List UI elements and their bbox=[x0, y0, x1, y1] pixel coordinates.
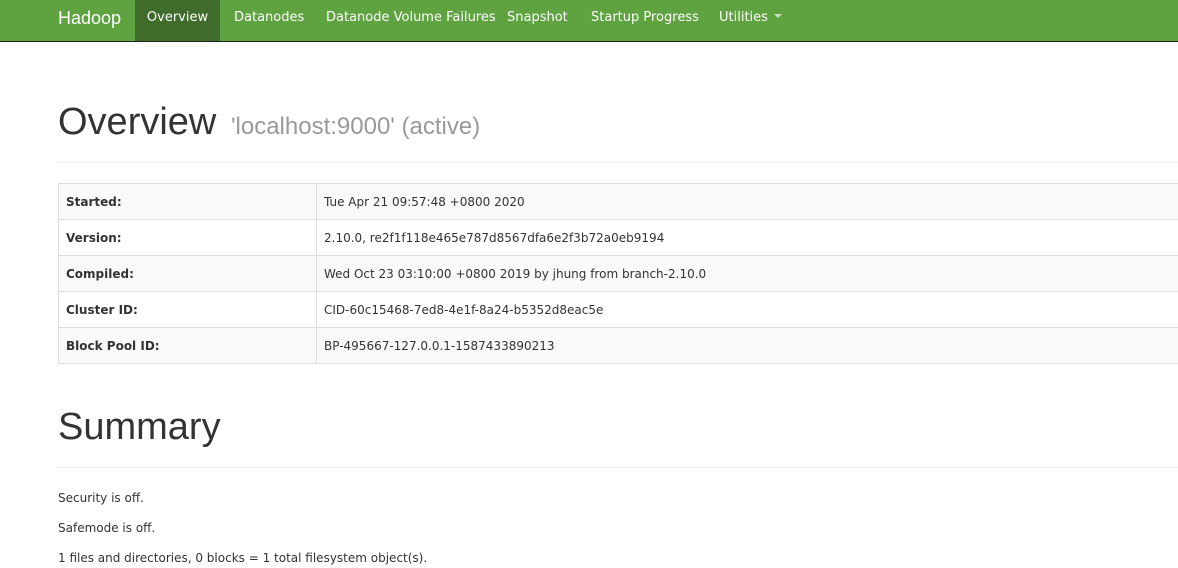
row-value-started: Tue Apr 21 09:57:48 +0800 2020 bbox=[316, 183, 1178, 220]
row-value-version: 2.10.0, re2f1f118e465e787d8567dfa6e2f3b7… bbox=[316, 219, 1178, 256]
row-label-block-pool-id: Block Pool ID: bbox=[58, 327, 317, 364]
table-row: Version: 2.10.0, re2f1f118e465e787d8567d… bbox=[58, 219, 1178, 256]
nav-tab-overview[interactable]: Overview bbox=[135, 0, 220, 41]
row-value-compiled: Wed Oct 23 03:10:00 +0800 2019 by jhung … bbox=[316, 255, 1178, 292]
nav-menu-utilities-label: Utilities bbox=[719, 10, 768, 25]
summary-divider bbox=[58, 467, 1178, 468]
overview-subtitle: 'localhost:9000' (active) bbox=[230, 113, 481, 140]
security-status: Security is off. bbox=[58, 491, 144, 505]
chevron-down-icon bbox=[773, 13, 782, 18]
overview-divider bbox=[58, 162, 1178, 163]
row-label-compiled: Compiled: bbox=[58, 255, 317, 292]
overview-table: Started: Tue Apr 21 09:57:48 +0800 2020 … bbox=[58, 183, 1178, 364]
nav-tab-snapshot[interactable]: Snapshot bbox=[507, 0, 568, 41]
nav-tab-startup-progress[interactable]: Startup Progress bbox=[591, 0, 699, 41]
safemode-status: Safemode is off. bbox=[58, 521, 156, 535]
nav-menu-utilities[interactable]: Utilities bbox=[719, 0, 782, 41]
row-label-cluster-id: Cluster ID: bbox=[58, 291, 317, 328]
summary-title: Summary bbox=[58, 406, 221, 448]
table-row: Cluster ID: CID-60c15468-7ed8-4e1f-8a24-… bbox=[58, 291, 1178, 328]
table-row: Compiled: Wed Oct 23 03:10:00 +0800 2019… bbox=[58, 255, 1178, 292]
table-row: Block Pool ID: BP-495667-127.0.0.1-15874… bbox=[58, 327, 1178, 364]
row-value-cluster-id: CID-60c15468-7ed8-4e1f-8a24-b5352d8eac5e bbox=[316, 291, 1178, 328]
top-navbar: Hadoop Overview Datanodes Datanode Volum… bbox=[0, 0, 1178, 42]
row-value-block-pool-id: BP-495667-127.0.0.1-1587433890213 bbox=[316, 327, 1178, 364]
filesystem-objects-summary: 1 files and directories, 0 blocks = 1 to… bbox=[58, 551, 428, 565]
nav-tab-datanode-volume-failures[interactable]: Datanode Volume Failures bbox=[326, 0, 496, 41]
row-label-version: Version: bbox=[58, 219, 317, 256]
row-label-started: Started: bbox=[58, 183, 317, 220]
overview-title: Overview bbox=[58, 101, 217, 143]
nav-tab-datanodes[interactable]: Datanodes bbox=[234, 0, 304, 41]
brand-logo[interactable]: Hadoop bbox=[58, 0, 121, 42]
table-row: Started: Tue Apr 21 09:57:48 +0800 2020 bbox=[58, 183, 1178, 220]
overview-heading: Overview 'localhost:9000' (active) bbox=[58, 101, 480, 144]
